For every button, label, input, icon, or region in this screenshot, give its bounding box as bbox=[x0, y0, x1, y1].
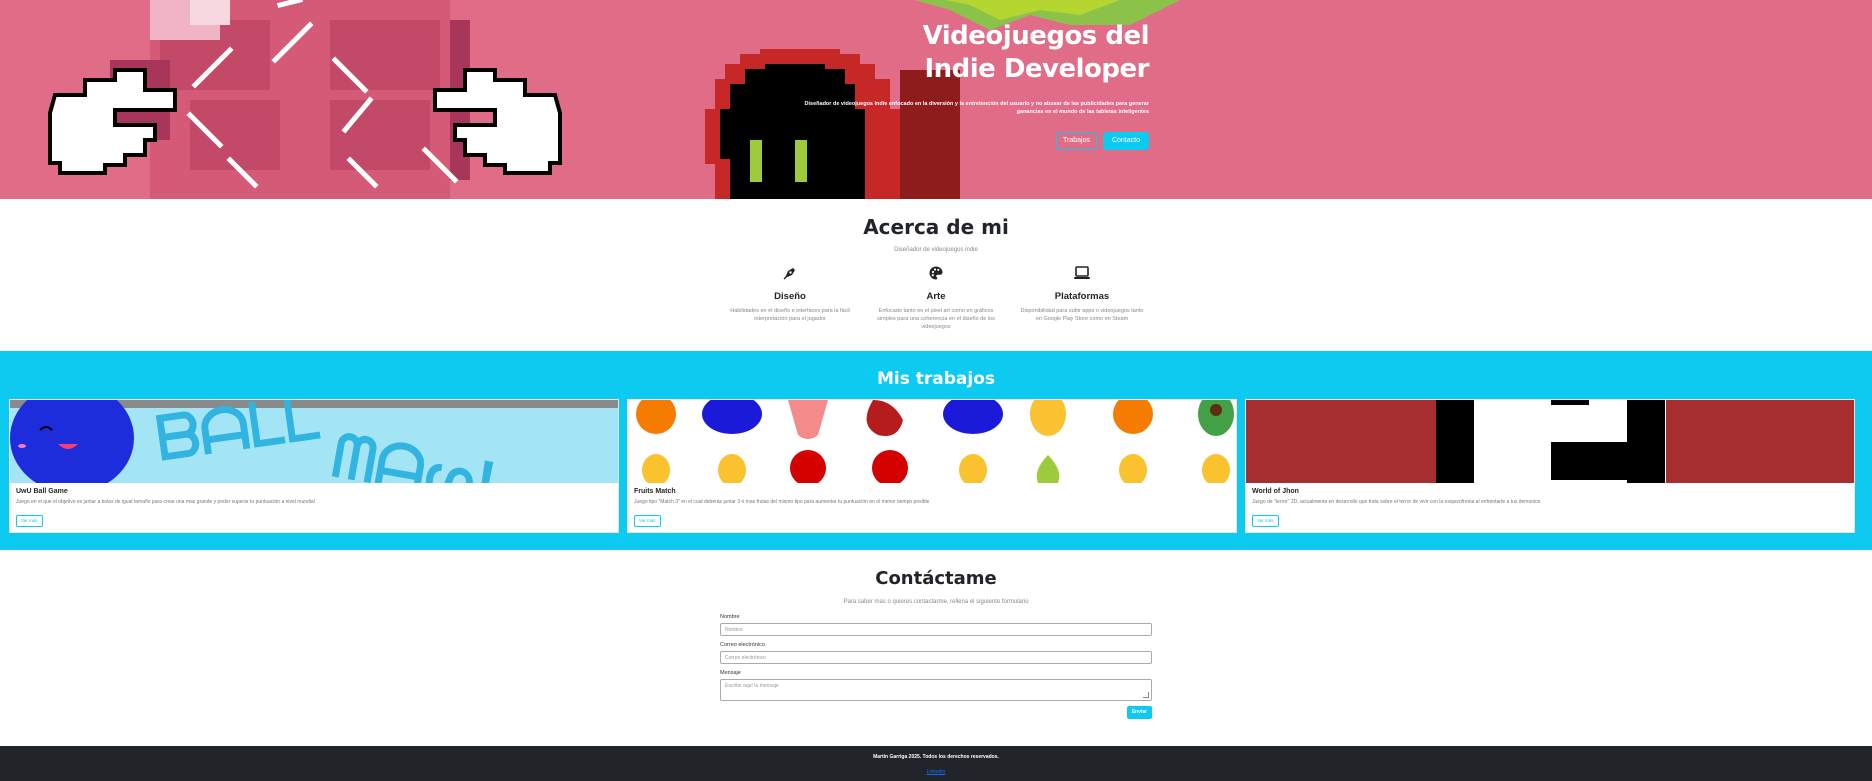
footer: Martin Garriga 2025. Todos los derechos … bbox=[0, 746, 1872, 781]
skill-desc: Habilidades en el diseño e interfaces pa… bbox=[730, 308, 850, 322]
work-title: Fruits Match bbox=[634, 488, 676, 495]
work-desc: Juego tipo "Match 3" en el cual deberás … bbox=[634, 499, 930, 505]
hero-title-line2: Indie Developer bbox=[924, 54, 1149, 84]
work-thumbnail bbox=[1246, 400, 1854, 483]
contact-button[interactable]: Contacto bbox=[1102, 132, 1149, 150]
contact-subtitle: Para saber mas o quieres contactarme, re… bbox=[843, 599, 1029, 605]
hero-description: Diseñador de videojuegos indie enfocado … bbox=[804, 101, 1149, 115]
skill-name: Diseño bbox=[774, 291, 806, 302]
email-label: Correo electrónico bbox=[720, 642, 765, 648]
message-textarea[interactable]: Escribe aquí tu mensaje bbox=[720, 679, 1152, 701]
hero-title: Videojuegos del Indie Developer bbox=[729, 20, 1150, 86]
work-card: ᗷᗩᒪᒪ ᗰᗩᔕ! UwU Ball Game Juego en el que … bbox=[9, 399, 619, 533]
hero-buttons: Trabajos Contacto bbox=[729, 132, 1149, 150]
work-card: World of Jhon Juego de "terror" 2D, actu… bbox=[1245, 399, 1855, 533]
skill-platforms: Plataformas Disponibilidad para subir ap… bbox=[1019, 263, 1145, 331]
work-desc: Juego en el que el objetivo es juntar a … bbox=[16, 499, 315, 505]
hero-section: Videojuegos del Indie Developer Diseñado… bbox=[0, 0, 1872, 199]
pen-nib-icon bbox=[727, 263, 853, 283]
hero-title-line1: Videojuegos del bbox=[922, 21, 1150, 51]
name-label: Nombre bbox=[720, 614, 740, 620]
works-section: Mis trabajos ᗷᗩᒪᒪ ᗰᗩᔕ! UwU Ball Game Jue… bbox=[0, 351, 1872, 550]
palette-icon bbox=[873, 263, 999, 283]
about-subtitle: Diseñador de videojuegos indie bbox=[894, 247, 978, 253]
work-desc: Juego de "terror" 2D, actualmente en des… bbox=[1252, 499, 1541, 505]
skills-list: Diseño Habilidades en el diseño e interf… bbox=[0, 263, 1872, 331]
work-title: World of Jhon bbox=[1252, 488, 1299, 495]
skill-desc: Disponibilidad para subir apps o videoju… bbox=[1020, 308, 1144, 322]
skill-art: Arte Enfocado tanto en el pixel art como… bbox=[873, 263, 999, 331]
skill-design: Diseño Habilidades en el diseño e interf… bbox=[727, 263, 853, 331]
name-input[interactable]: Nombre bbox=[720, 623, 1152, 636]
works-title: Mis trabajos bbox=[876, 369, 996, 389]
laptop-icon bbox=[1019, 263, 1145, 283]
see-more-button[interactable]: Ver más bbox=[634, 515, 661, 527]
contact-form: Nombre Nombre Correo electrónico Correo … bbox=[720, 614, 1152, 719]
contact-section: Contáctame Para saber mas o quieres cont… bbox=[0, 550, 1872, 746]
email-input[interactable]: Correo electrónico bbox=[720, 651, 1152, 664]
see-more-button[interactable]: Ver más bbox=[16, 515, 43, 527]
about-title: Acerca de mi bbox=[863, 215, 1009, 239]
works-button[interactable]: Trabajos bbox=[1055, 132, 1097, 150]
skill-desc: Enfocado tanto en el pixel art como en g… bbox=[877, 308, 995, 330]
hero-text-block: Videojuegos del Indie Developer Diseñado… bbox=[729, 20, 1150, 150]
skill-name: Arte bbox=[926, 291, 946, 302]
work-thumbnail: ᗷᗩᒪᒪ ᗰᗩᔕ! bbox=[10, 400, 618, 483]
work-card: Fruits Match Juego tipo "Match 3" en el … bbox=[627, 399, 1237, 533]
send-row: Enviar bbox=[720, 706, 1152, 719]
message-label: Mensaje bbox=[720, 670, 741, 676]
contact-title: Contáctame bbox=[875, 568, 997, 589]
send-button[interactable]: Enviar bbox=[1126, 706, 1152, 719]
work-title: UwU Ball Game bbox=[16, 488, 68, 495]
footer-copyright: Martin Garriga 2025. Todos los derechos … bbox=[873, 754, 999, 760]
see-more-button[interactable]: Ver más bbox=[1252, 515, 1279, 527]
linkedin-link[interactable]: Linkedin bbox=[927, 769, 946, 775]
about-section: Acerca de mi Diseñador de videojuegos in… bbox=[0, 199, 1872, 351]
work-thumbnail bbox=[628, 400, 1236, 483]
works-cards: ᗷᗩᒪᒪ ᗰᗩᔕ! UwU Ball Game Juego en el que … bbox=[0, 399, 1872, 533]
skill-name: Plataformas bbox=[1054, 291, 1110, 302]
